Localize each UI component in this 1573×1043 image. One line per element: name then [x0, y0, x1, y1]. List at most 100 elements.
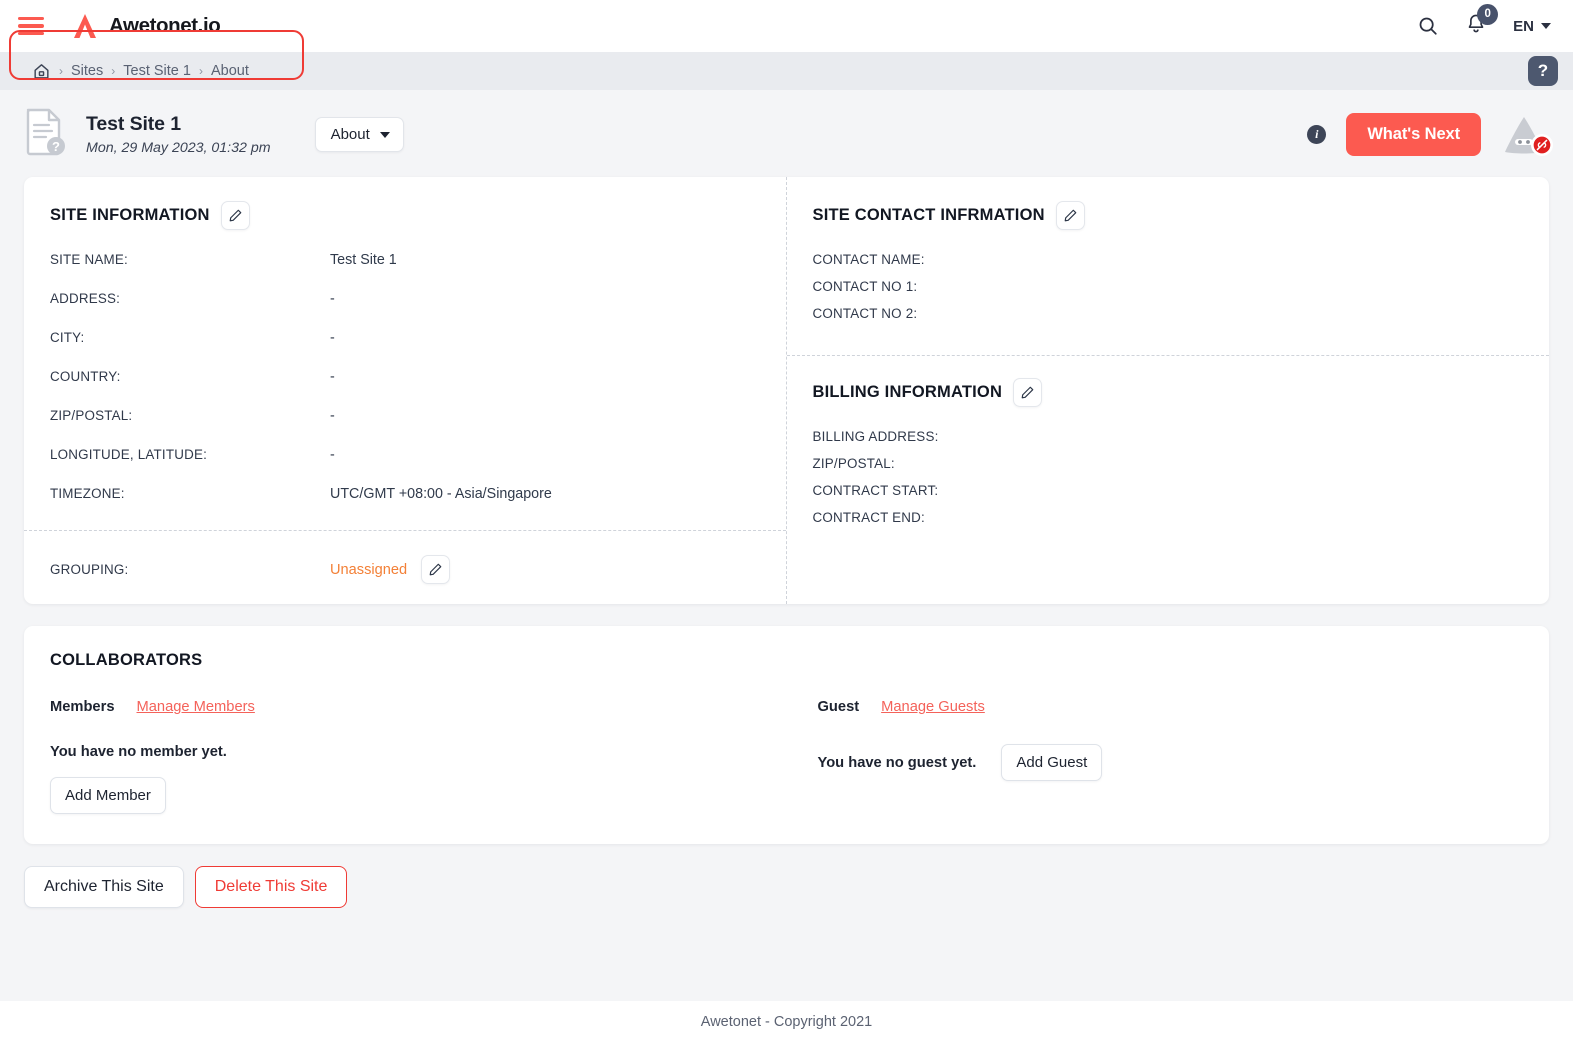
- pencil-icon: [229, 209, 241, 222]
- breadcrumb-item-sites[interactable]: Sites: [71, 63, 103, 79]
- language-label: EN: [1513, 17, 1534, 35]
- grouping-label: GROUPING:: [50, 562, 129, 577]
- awetonet-logo-icon: [74, 14, 96, 38]
- field-timezone: TIMEZONE: UTC/GMT +08:00 - Asia/Singapor…: [50, 486, 758, 502]
- page-title-block: Test Site 1 Mon, 29 May 2023, 01:32 pm: [86, 113, 271, 156]
- breadcrumb-separator-0: ›: [59, 64, 63, 78]
- page-title: Test Site 1: [86, 113, 181, 135]
- field-contract-end: CONTRACT END:: [813, 510, 1522, 525]
- field-address: ADDRESS: -: [50, 291, 758, 307]
- info-icon[interactable]: i: [1307, 125, 1327, 144]
- view-selector-label: About: [330, 126, 370, 143]
- field-value: -: [330, 369, 335, 385]
- site-information-fields: SITE NAME: Test Site 1 ADDRESS: - CITY: …: [50, 252, 758, 502]
- field-label: CITY:: [50, 330, 85, 345]
- field-value: UTC/GMT +08:00 - Asia/Singapore: [330, 486, 552, 502]
- site-contact-information-header: SITE CONTACT INFRMATION: [813, 201, 1522, 230]
- guests-empty-text: You have no guest yet.: [817, 754, 977, 771]
- chevron-down-icon: [1541, 23, 1551, 29]
- page-header-actions: i What's Next: [1307, 113, 1553, 156]
- grouping-value: Unassigned: [330, 561, 408, 578]
- site-information-panel: SITE INFORMATION SITE NAME: Test Site 1 …: [24, 177, 787, 604]
- field-value: -: [330, 408, 335, 424]
- field-value: -: [330, 330, 335, 346]
- page-header: ? Test Site 1 Mon, 29 May 2023, 01:32 pm…: [0, 90, 1573, 177]
- field-label: LONGITUDE, LATITUDE:: [50, 447, 208, 462]
- collaborators-title: COLLABORATORS: [50, 651, 203, 669]
- site-information-header: SITE INFORMATION: [50, 201, 758, 230]
- document-question-icon: ?: [22, 106, 68, 163]
- add-member-button[interactable]: Add Member: [50, 777, 166, 814]
- breadcrumb-item-test-site-1[interactable]: Test Site 1: [123, 63, 191, 79]
- home-icon[interactable]: [32, 62, 51, 81]
- pencil-icon: [429, 563, 442, 576]
- field-contract-start: CONTRACT START:: [813, 483, 1522, 498]
- field-value: Test Site 1: [330, 252, 397, 268]
- brand-logo[interactable]: Awetonet.io: [70, 11, 221, 41]
- delete-site-button[interactable]: Delete This Site: [194, 866, 348, 908]
- archive-site-button[interactable]: Archive This Site: [24, 866, 184, 908]
- footer: Awetonet - Copyright 2021: [0, 1001, 1573, 1043]
- avatar[interactable]: [1501, 114, 1553, 156]
- page-subtitle-timestamp: Mon, 29 May 2023, 01:32 pm: [86, 140, 271, 156]
- billing-information-title: BILLING INFORMATION: [812, 383, 1003, 401]
- svg-text:?: ?: [52, 139, 60, 154]
- breadcrumb-separator-1: ›: [111, 64, 116, 78]
- field-zip-postal: ZIP/POSTAL: -: [50, 408, 758, 424]
- site-contact-fields: CONTACT NAME: CONTACT NO 1: CONTACT NO 2…: [813, 252, 1522, 333]
- field-label: BILLING ADDRESS:: [812, 429, 939, 444]
- contact-and-billing-panel: SITE CONTACT INFRMATION CONTACT NAME: CO…: [786, 177, 1549, 604]
- field-label: ZIP/POSTAL:: [812, 456, 895, 471]
- view-selector-dropdown[interactable]: About: [314, 117, 404, 152]
- field-billing-address: BILLING ADDRESS:: [813, 429, 1522, 444]
- breadcrumb-bar: › Sites › Test Site 1 › About ?: [0, 30, 1573, 90]
- field-label: SITE NAME:: [50, 252, 128, 267]
- add-guest-button[interactable]: Add Guest: [1001, 744, 1103, 781]
- help-button[interactable]: ?: [1528, 56, 1558, 86]
- breadcrumb-item-about[interactable]: About: [211, 63, 249, 79]
- site-information-title: SITE INFORMATION: [50, 206, 210, 224]
- field-site-name: SITE NAME: Test Site 1: [50, 252, 758, 268]
- chevron-down-icon: [379, 131, 390, 138]
- notification-count-badge: 0: [1477, 4, 1499, 25]
- edit-site-information-button[interactable]: [220, 201, 250, 230]
- members-section: Members Manage Members You have no membe…: [50, 699, 786, 814]
- members-empty-text: You have no member yet.: [50, 744, 227, 760]
- field-city: CITY: -: [50, 330, 758, 346]
- field-value: -: [330, 291, 335, 307]
- field-country: COUNTRY: -: [50, 369, 758, 385]
- edit-grouping-button[interactable]: [421, 555, 451, 584]
- link-off-icon: [1531, 133, 1553, 156]
- collaborators-card: COLLABORATORS Members Manage Members You…: [24, 626, 1549, 844]
- field-billing-zip-postal: ZIP/POSTAL:: [813, 456, 1522, 471]
- field-label: CONTRACT START:: [812, 483, 939, 498]
- field-label: CONTRACT END:: [812, 510, 925, 525]
- field-label: CONTACT NO 1:: [812, 279, 918, 294]
- brand-name: Awetonet.io: [109, 14, 221, 37]
- edit-site-contact-information-button[interactable]: [1055, 201, 1085, 230]
- field-label: TIMEZONE:: [50, 486, 125, 501]
- hamburger-menu-icon[interactable]: [18, 16, 44, 36]
- top-bar-actions: 0 EN: [1417, 4, 1551, 40]
- language-selector[interactable]: EN: [1513, 18, 1551, 35]
- grouping-row: GROUPING: Unassigned: [50, 531, 758, 584]
- whats-next-button[interactable]: What's Next: [1346, 113, 1481, 156]
- top-navigation-bar: Awetonet.io 0 EN: [0, 0, 1573, 52]
- pencil-icon: [1064, 209, 1077, 222]
- field-longitude-latitude: LONGITUDE, LATITUDE: -: [50, 447, 758, 463]
- field-contact-no-1: CONTACT NO 1:: [813, 279, 1522, 294]
- notifications-button[interactable]: 0: [1465, 4, 1499, 40]
- manage-members-link[interactable]: Manage Members: [137, 699, 255, 715]
- field-label: COUNTRY:: [50, 369, 121, 384]
- field-contact-no-2: CONTACT NO 2:: [813, 306, 1522, 321]
- field-label: ZIP/POSTAL:: [50, 408, 133, 423]
- field-label: ADDRESS:: [50, 291, 121, 306]
- footer-copyright: Awetonet - Copyright 2021: [700, 1014, 873, 1030]
- manage-guests-link[interactable]: Manage Guests: [881, 699, 985, 715]
- edit-billing-information-button[interactable]: [1013, 378, 1043, 407]
- guests-section: Guest Manage Guests You have no guest ye…: [786, 699, 1522, 814]
- search-icon[interactable]: [1417, 15, 1439, 37]
- guest-label: Guest: [817, 699, 860, 715]
- divider: [786, 355, 1549, 356]
- site-contact-information-title: SITE CONTACT INFRMATION: [812, 206, 1045, 224]
